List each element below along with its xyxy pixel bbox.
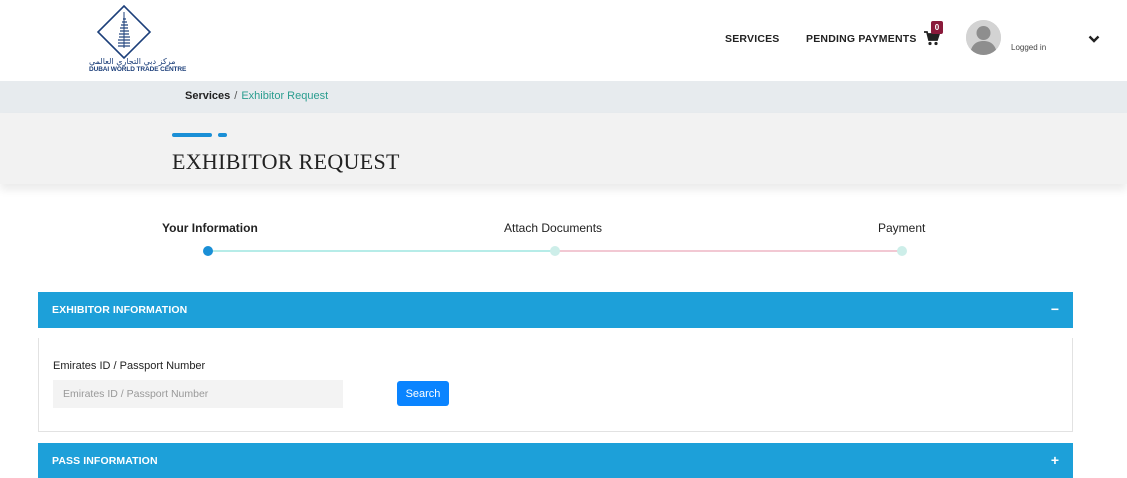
title-accent-bar (172, 133, 212, 137)
breadcrumb-separator: / (234, 90, 238, 102)
cart-count-badge: 0 (931, 21, 943, 34)
chevron-down-icon[interactable] (1088, 34, 1100, 44)
title-accent-dot (218, 133, 227, 137)
breadcrumb-current: Exhibitor Request (241, 90, 329, 102)
page-title: EXHIBITOR REQUEST (172, 149, 400, 174)
pass-information-panel-header[interactable]: PASS INFORMATION + (38, 443, 1073, 478)
step-attach-documents-dot (550, 246, 560, 256)
logo-english-text: DUBAI WORLD TRADE CENTRE (89, 66, 187, 73)
breadcrumb: Services / Exhibitor Request (185, 90, 328, 102)
exhibitor-information-panel-header[interactable]: EXHIBITOR INFORMATION − (38, 292, 1073, 328)
dwtc-logo[interactable]: مركز دبي التجاري العالمي DUBAI WORLD TRA… (76, 4, 196, 76)
nav-pending-payments-link[interactable]: PENDING PAYMENTS (806, 33, 917, 45)
stepper-track-pending (555, 250, 902, 252)
user-avatar-icon[interactable] (966, 20, 1001, 55)
breadcrumb-services-link[interactable]: Services (185, 90, 230, 102)
exhibitor-information-panel-body: Emirates ID / Passport Number Search (38, 338, 1073, 432)
breadcrumb-bar: Services / Exhibitor Request (0, 81, 1127, 113)
step-your-information-dot (203, 246, 213, 256)
collapse-minus-icon[interactable]: − (1051, 301, 1059, 317)
user-status-text: Logged in (1011, 43, 1047, 52)
nav-services-link[interactable]: SERVICES (725, 33, 780, 45)
logo-arabic-text: مركز دبي التجاري العالمي (89, 57, 176, 66)
step-payment-dot (897, 246, 907, 256)
search-button[interactable]: Search (397, 381, 449, 406)
emirates-id-label: Emirates ID / Passport Number (53, 360, 206, 372)
exhibitor-information-title: EXHIBITOR INFORMATION (52, 304, 188, 316)
top-header: مركز دبي التجاري العالمي DUBAI WORLD TRA… (0, 0, 1127, 81)
pass-information-title: PASS INFORMATION (52, 455, 158, 467)
step-payment-label: Payment (878, 221, 926, 235)
title-band: EXHIBITOR REQUEST (0, 113, 1127, 184)
stepper-track-completed (208, 250, 555, 252)
step-attach-documents-label: Attach Documents (504, 221, 603, 235)
expand-plus-icon[interactable]: + (1051, 452, 1059, 468)
step-your-information-label: Your Information (162, 221, 258, 235)
dwtc-logo-icon (96, 4, 152, 60)
page: مركز دبي التجاري العالمي DUBAI WORLD TRA… (0, 0, 1127, 478)
emirates-id-input[interactable] (53, 380, 343, 408)
